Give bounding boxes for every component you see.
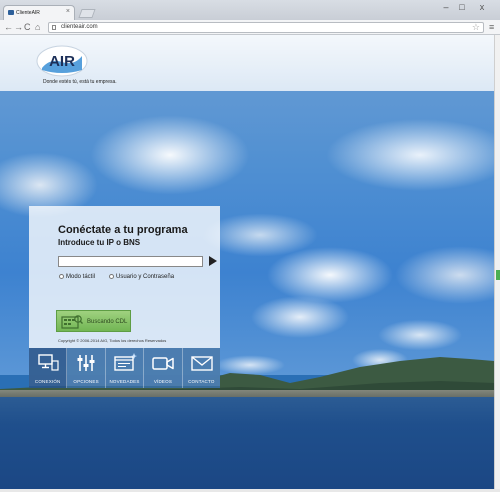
maximize-button[interactable]: □ [456, 3, 468, 13]
tab-title: ClienteAIR [16, 10, 40, 16]
browser-tab[interactable]: ClienteAIR × [3, 5, 75, 20]
nav-item-videos[interactable]: VÍDEOS [144, 348, 183, 388]
nav-label-contacto: CONTACTO [188, 379, 215, 384]
nav-item-contacto[interactable]: CONTACTO [182, 348, 221, 388]
tab-close-icon[interactable]: × [66, 8, 70, 15]
page-viewport: AIR Donde estés tú, está tu empresa. Con… [0, 35, 494, 489]
envelope-icon [190, 356, 213, 371]
copyright-text: Copyright © 2006-2014 AIG, Todos los der… [58, 338, 167, 343]
site-header: AIR Donde estés tú, está tu empresa. [0, 35, 494, 91]
air-logo[interactable]: AIR [36, 44, 88, 78]
reload-icon[interactable]: C [24, 22, 31, 32]
browser-menu-icon[interactable]: ≡ [489, 22, 494, 32]
monitor-icon [38, 354, 59, 371]
nav-item-conexion[interactable]: CONEXIÓN [29, 348, 68, 388]
side-marker [496, 270, 500, 280]
new-tab-button[interactable] [78, 9, 96, 18]
nav-label-opciones: OPCIONES [73, 379, 99, 384]
window-right-edge [494, 35, 500, 492]
nav-item-novedades[interactable]: NOVEDADES [105, 348, 145, 388]
nav-label-conexion: CONEXIÓN [34, 379, 61, 384]
network-search-icon [61, 315, 83, 329]
video-camera-icon [152, 357, 174, 370]
url-text[interactable]: clienteair.com [61, 24, 98, 30]
address-bar[interactable]: clienteair.com ☆ [48, 22, 484, 33]
user-password-radio[interactable] [109, 274, 114, 279]
user-password-option[interactable]: Usuario y Contraseña [109, 274, 174, 280]
nav-item-opciones[interactable]: OPCIONES [67, 348, 106, 388]
minimize-button[interactable]: – [440, 3, 452, 13]
favicon-icon [8, 10, 14, 15]
back-icon[interactable]: ← [4, 22, 13, 32]
forward-icon[interactable]: → [14, 22, 23, 32]
user-password-label: Usuario y Contraseña [116, 274, 175, 280]
slogan: Donde estés tú, está tu empresa. [43, 79, 117, 85]
nav-label-videos: VÍDEOS [153, 379, 173, 384]
browser-toolbar: ← → C ⌂ clienteair.com ☆ ≡ [0, 20, 500, 35]
search-cdl-button[interactable]: Buscando CDL [56, 310, 131, 332]
news-window-icon [114, 353, 137, 371]
home-icon[interactable]: ⌂ [35, 22, 40, 32]
close-window-button[interactable]: x [474, 3, 490, 13]
bookmark-star-icon[interactable]: ☆ [472, 22, 480, 33]
touch-mode-option[interactable]: Modo táctil [59, 274, 95, 280]
title-bar: ClienteAIR × – □ x [0, 0, 500, 20]
card-subtitle: Introduce tu IP o BNS [58, 238, 141, 247]
browser-window: ClienteAIR × – □ x ← → C ⌂ clienteair.co… [0, 0, 500, 492]
search-cdl-label: Buscando CDL [87, 319, 128, 325]
sliders-icon [77, 355, 95, 371]
page-icon [52, 25, 56, 30]
connect-arrow-button[interactable] [209, 256, 217, 266]
nav-label-novedades: NOVEDADES [109, 379, 140, 384]
logo-text: AIR [49, 53, 75, 70]
card-title: Conéctate a tu programa [58, 224, 188, 236]
touch-mode-label: Modo táctil [66, 274, 96, 280]
bottom-nav: CONEXIÓN OPCIONES NOVEDADES VÍDEOS CONTA… [29, 348, 221, 388]
touch-mode-radio[interactable] [59, 274, 64, 279]
sea-background [0, 397, 494, 489]
ip-input[interactable] [58, 256, 203, 267]
